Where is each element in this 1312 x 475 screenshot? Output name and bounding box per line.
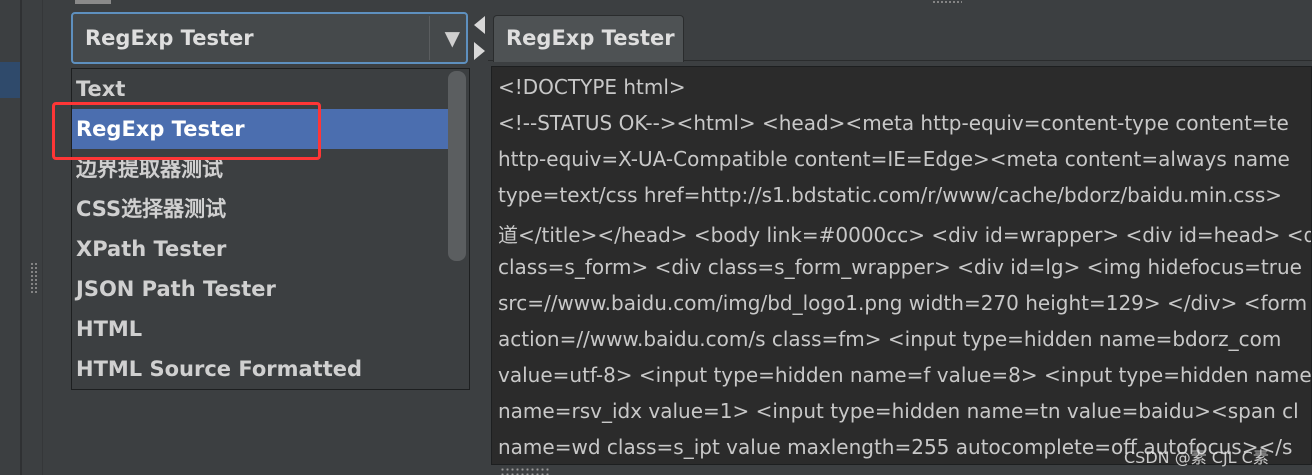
response-line: name=rsv_idx value=1> <input type=hidden… xyxy=(498,399,1299,423)
splitter-grip-icon[interactable] xyxy=(932,0,962,4)
tab-regexp-tester[interactable]: RegExp Tester xyxy=(493,15,684,62)
response-line: http-equiv=X-UA-Compatible content=IE=Ed… xyxy=(498,147,1290,171)
renderer-select[interactable]: RegExp Tester ▼ xyxy=(71,12,468,64)
response-line: src=//www.baidu.com/img/bd_logo1.png wid… xyxy=(498,291,1308,315)
response-line: type=text/css href=http://s1.bdstatic.co… xyxy=(498,183,1283,207)
renderer-select-value: RegExp Tester xyxy=(85,26,254,50)
list-item[interactable]: HTML xyxy=(72,309,448,349)
divider xyxy=(42,0,43,475)
response-line: action=//www.baidu.com/s class=fm> <inpu… xyxy=(498,327,1282,351)
response-line: 道</title></head> <body link=#0000cc> <di… xyxy=(498,223,1312,247)
response-text-area[interactable]: <!DOCTYPE html> <!--STATUS OK--><html> <… xyxy=(491,66,1312,465)
split-pane-toggle[interactable] xyxy=(472,12,488,68)
divider xyxy=(429,16,430,60)
left-panel-selection xyxy=(0,62,20,98)
list-item[interactable]: CSS选择器测试 xyxy=(72,189,448,229)
left-panel-strip xyxy=(0,0,20,475)
chevron-down-icon[interactable]: ▼ xyxy=(445,26,460,50)
scrollbar-thumb[interactable] xyxy=(448,71,466,261)
list-item[interactable]: XPath Tester xyxy=(72,229,448,269)
tab-label: RegExp Tester xyxy=(506,26,675,50)
response-line: <!DOCTYPE html> xyxy=(498,75,686,99)
response-line: <!--STATUS OK--><html> <head><meta http-… xyxy=(498,111,1289,135)
list-item[interactable]: HTML Source Formatted xyxy=(72,349,448,389)
divider xyxy=(20,0,22,475)
response-line: class=s_form> <div class=s_form_wrapper>… xyxy=(498,255,1302,279)
annotation-highlight-box xyxy=(52,102,321,160)
list-item[interactable]: JSON Path Tester xyxy=(72,269,448,309)
expand-right-icon[interactable] xyxy=(474,42,485,60)
splitter-grip-icon[interactable] xyxy=(30,262,38,294)
top-edge-mark xyxy=(75,0,111,4)
collapse-left-icon[interactable] xyxy=(474,16,485,34)
response-line: value=utf-8> <input type=hidden name=f v… xyxy=(498,363,1312,387)
splitter-grip-icon[interactable] xyxy=(500,467,550,475)
watermark: CSDN @素 CJL C素 xyxy=(1124,448,1269,467)
